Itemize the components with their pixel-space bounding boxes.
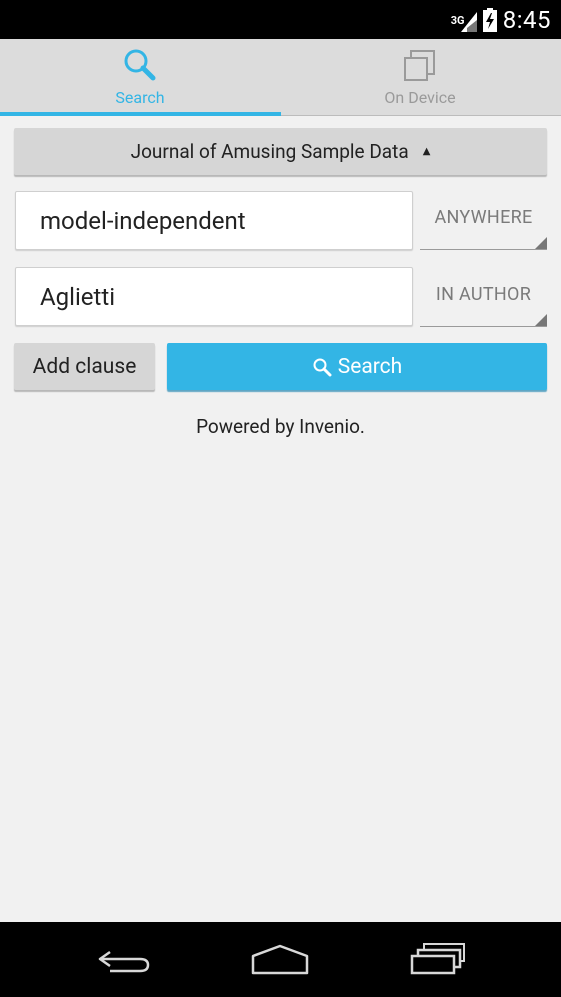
search-icon [124, 49, 156, 81]
battery-icon [482, 7, 497, 32]
add-clause-button[interactable]: Add clause [14, 343, 155, 390]
tab-search[interactable]: Search [0, 39, 280, 116]
field-spinner-label: ANYWHERE [434, 207, 533, 228]
navigation-bar [0, 922, 561, 997]
tab-selected-indicator [0, 112, 281, 116]
tab-on-device[interactable]: On Device [280, 39, 560, 116]
query-input-2[interactable]: Aglietti [15, 267, 413, 326]
collection-spinner[interactable]: Journal of Amusing Sample Data ▲ [14, 128, 547, 175]
tab-bar: Search On Device [0, 39, 561, 116]
tab-search-label: Search [115, 88, 165, 107]
field-spinner-1[interactable]: ANYWHERE [420, 191, 547, 250]
search-button[interactable]: Search [167, 343, 547, 390]
tab-on-device-label: On Device [384, 88, 456, 107]
search-icon [313, 358, 332, 376]
powered-by-text: Powered by Invenio. [196, 415, 365, 438]
field-spinner-label: IN AUTHOR [435, 284, 532, 305]
spinner-corner-icon [535, 237, 547, 249]
back-icon[interactable] [96, 940, 154, 980]
status-icons: 3G 8:45 [450, 0, 551, 39]
query-input-1[interactable]: model-independent [15, 191, 413, 250]
caret-up-icon: ▲ [422, 146, 431, 157]
home-icon[interactable] [250, 940, 310, 980]
search-button-label: Search [337, 354, 403, 379]
spinner-corner-icon [535, 314, 547, 326]
copy-icon [404, 50, 435, 81]
field-spinner-2[interactable]: IN AUTHOR [420, 268, 547, 327]
status-time: 8:45 [502, 5, 551, 34]
recent-apps-icon[interactable] [408, 940, 468, 980]
network-type-label: 3G [450, 13, 465, 27]
status-bar: 3G 8:45 [0, 0, 561, 39]
signal-icon: 3G [450, 8, 477, 32]
collection-label: Journal of Amusing Sample Data [130, 140, 409, 163]
